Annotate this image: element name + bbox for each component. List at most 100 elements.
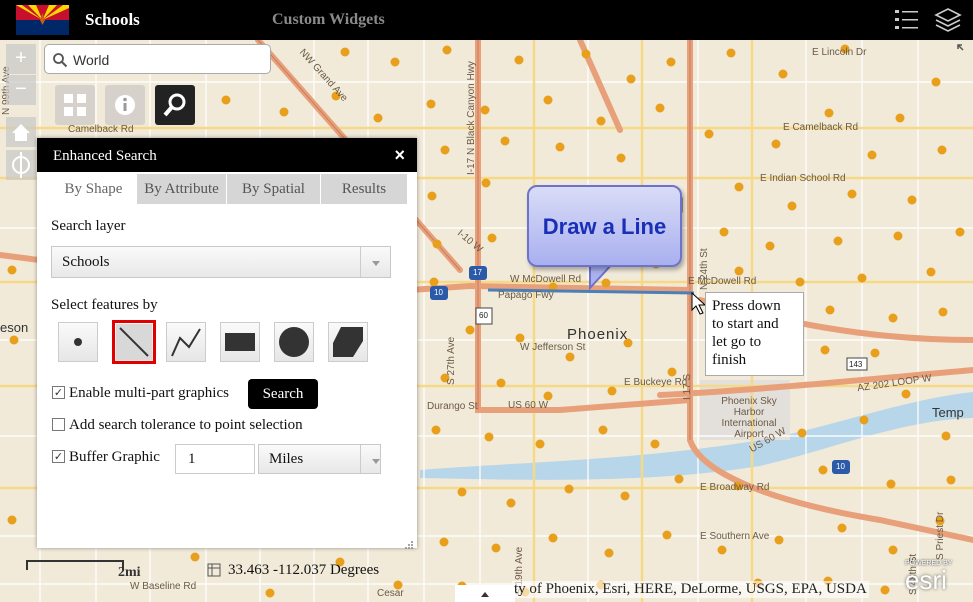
line-tool-button[interactable] (112, 320, 156, 364)
app-title: Schools (85, 10, 140, 29)
locate-button[interactable] (6, 150, 36, 180)
select-features-label: Select features by (51, 297, 158, 313)
list-icon[interactable] (893, 6, 921, 34)
map-label: W McDowell Rd (510, 274, 582, 285)
search-layer-label: Search layer (51, 218, 126, 234)
tooltip-line: to start and (712, 316, 779, 332)
search-icon (53, 53, 68, 68)
map-label: E Buckeye Rd (624, 377, 688, 388)
geocoder-search[interactable] (44, 44, 271, 74)
map-label: US 60 W (508, 400, 549, 411)
callout-text: Draw a Line (542, 214, 667, 239)
circle-tool-button[interactable] (274, 322, 314, 362)
map-attribution: ty of Phoenix, Esri, HERE, DeLorme, USGS… (512, 581, 869, 598)
circle-icon (279, 327, 309, 357)
tooltip-line: finish (712, 352, 747, 368)
tab-by-attribute[interactable]: By Attribute (137, 174, 227, 204)
coordinate-icon[interactable] (207, 563, 221, 577)
tab-bar: By Shape By Attribute By Spatial Results (51, 174, 407, 204)
tooltip-line: let go to (712, 334, 762, 350)
chevron-down-icon (360, 247, 390, 277)
home-icon (12, 124, 30, 141)
close-icon[interactable]: × (394, 145, 405, 166)
point-tool-button[interactable] (58, 322, 98, 362)
coordinate-readout: 33.463 -112.037 Degrees (228, 562, 380, 578)
tolerance-label: Add search tolerance to point selection (69, 417, 303, 433)
home-button[interactable] (6, 117, 36, 147)
map-label: W Jefferson St (520, 342, 586, 353)
highway-shield: 143 (849, 360, 863, 369)
panel-header: Enhanced Search × (37, 138, 417, 172)
polygon-tool-button[interactable] (328, 322, 368, 362)
arizona-flag-logo (16, 5, 69, 35)
search-layer-value: Schools (62, 254, 110, 270)
draw-callout: Draw a Line (527, 185, 682, 267)
zoom-in-button[interactable]: + (6, 44, 36, 74)
custom-widgets-title[interactable]: Custom Widgets (272, 11, 385, 29)
map-label: Papago Fwy (498, 290, 554, 301)
map-label: Temp (932, 405, 964, 420)
tolerance-checkbox[interactable] (52, 418, 65, 431)
polyline-icon (171, 328, 201, 357)
map-label: S 27th Ave (446, 336, 457, 385)
scale-label: 2mi (118, 565, 141, 580)
map-label: E Southern Ave (700, 531, 770, 542)
highway-shield: 10 (836, 462, 845, 471)
app-header: Schools Custom Widgets (0, 0, 973, 40)
attribution-toggle[interactable] (455, 585, 515, 602)
map-label: W Baseline Rd (130, 581, 197, 592)
map-label: I-17 N Black Canyon Hwy (466, 61, 477, 175)
search-widget-button[interactable] (155, 85, 195, 125)
tab-by-shape[interactable]: By Shape (51, 174, 137, 204)
esri-logo: POWERED BY esri (905, 560, 953, 595)
locate-icon (12, 152, 30, 178)
widgets-button[interactable] (55, 85, 95, 125)
rectangle-icon (225, 333, 255, 351)
map-label: S Priest Dr (935, 511, 946, 560)
rectangle-tool-button[interactable] (220, 322, 260, 362)
tab-by-spatial[interactable]: By Spatial (227, 174, 321, 204)
search-button[interactable]: Search (248, 379, 318, 409)
layers-icon[interactable] (934, 6, 962, 34)
multipart-label: Enable multi-part graphics (69, 385, 229, 401)
resize-handle-icon[interactable] (404, 537, 414, 549)
map-label: N 24th St (699, 248, 710, 290)
fullscreen-icon[interactable] (957, 44, 971, 58)
map-label: E Indian School Rd (760, 173, 846, 184)
highway-shield: 10 (434, 288, 443, 297)
zoom-out-button[interactable]: − (6, 75, 36, 105)
chevron-up-icon (481, 592, 489, 597)
map-label: Cesar (377, 588, 404, 599)
draw-tooltip: Press down to start and let go to finish (705, 292, 804, 376)
grid-icon (64, 94, 86, 116)
map-label: Camelback Rd (68, 124, 134, 135)
map-label: I 17 S (682, 373, 693, 400)
highway-shield: 17 (473, 268, 482, 277)
info-button[interactable] (105, 85, 145, 125)
map-label: E Broadway Rd (700, 482, 770, 493)
scale-bar (26, 560, 124, 570)
info-icon (115, 95, 135, 115)
units-value: Miles (269, 451, 304, 467)
map-label: eson (0, 320, 29, 335)
line-icon (116, 324, 152, 360)
tab-results[interactable]: Results (321, 174, 407, 204)
tooltip-line: Press down (712, 298, 781, 314)
buffer-checkbox[interactable]: ✓ (52, 450, 65, 463)
buffer-label: Buffer Graphic (69, 449, 160, 465)
map-label: E Camelback Rd (783, 122, 859, 133)
multipart-checkbox[interactable]: ✓ (52, 386, 65, 399)
point-icon (74, 338, 82, 346)
polygon-icon (333, 327, 363, 357)
city-label: Phoenix (567, 326, 629, 343)
polyline-tool-button[interactable] (166, 322, 206, 362)
chevron-down-icon (360, 445, 380, 473)
search-input[interactable] (73, 49, 263, 71)
highway-shield: 60 (479, 311, 488, 320)
units-select[interactable]: Miles (258, 444, 381, 474)
search-layer-select[interactable]: Schools (51, 246, 391, 278)
map-label: Durango St (427, 401, 478, 412)
map-label: E Lincoln Dr (812, 47, 867, 58)
search-icon (163, 93, 186, 117)
buffer-distance-input[interactable]: 1 (175, 444, 255, 474)
